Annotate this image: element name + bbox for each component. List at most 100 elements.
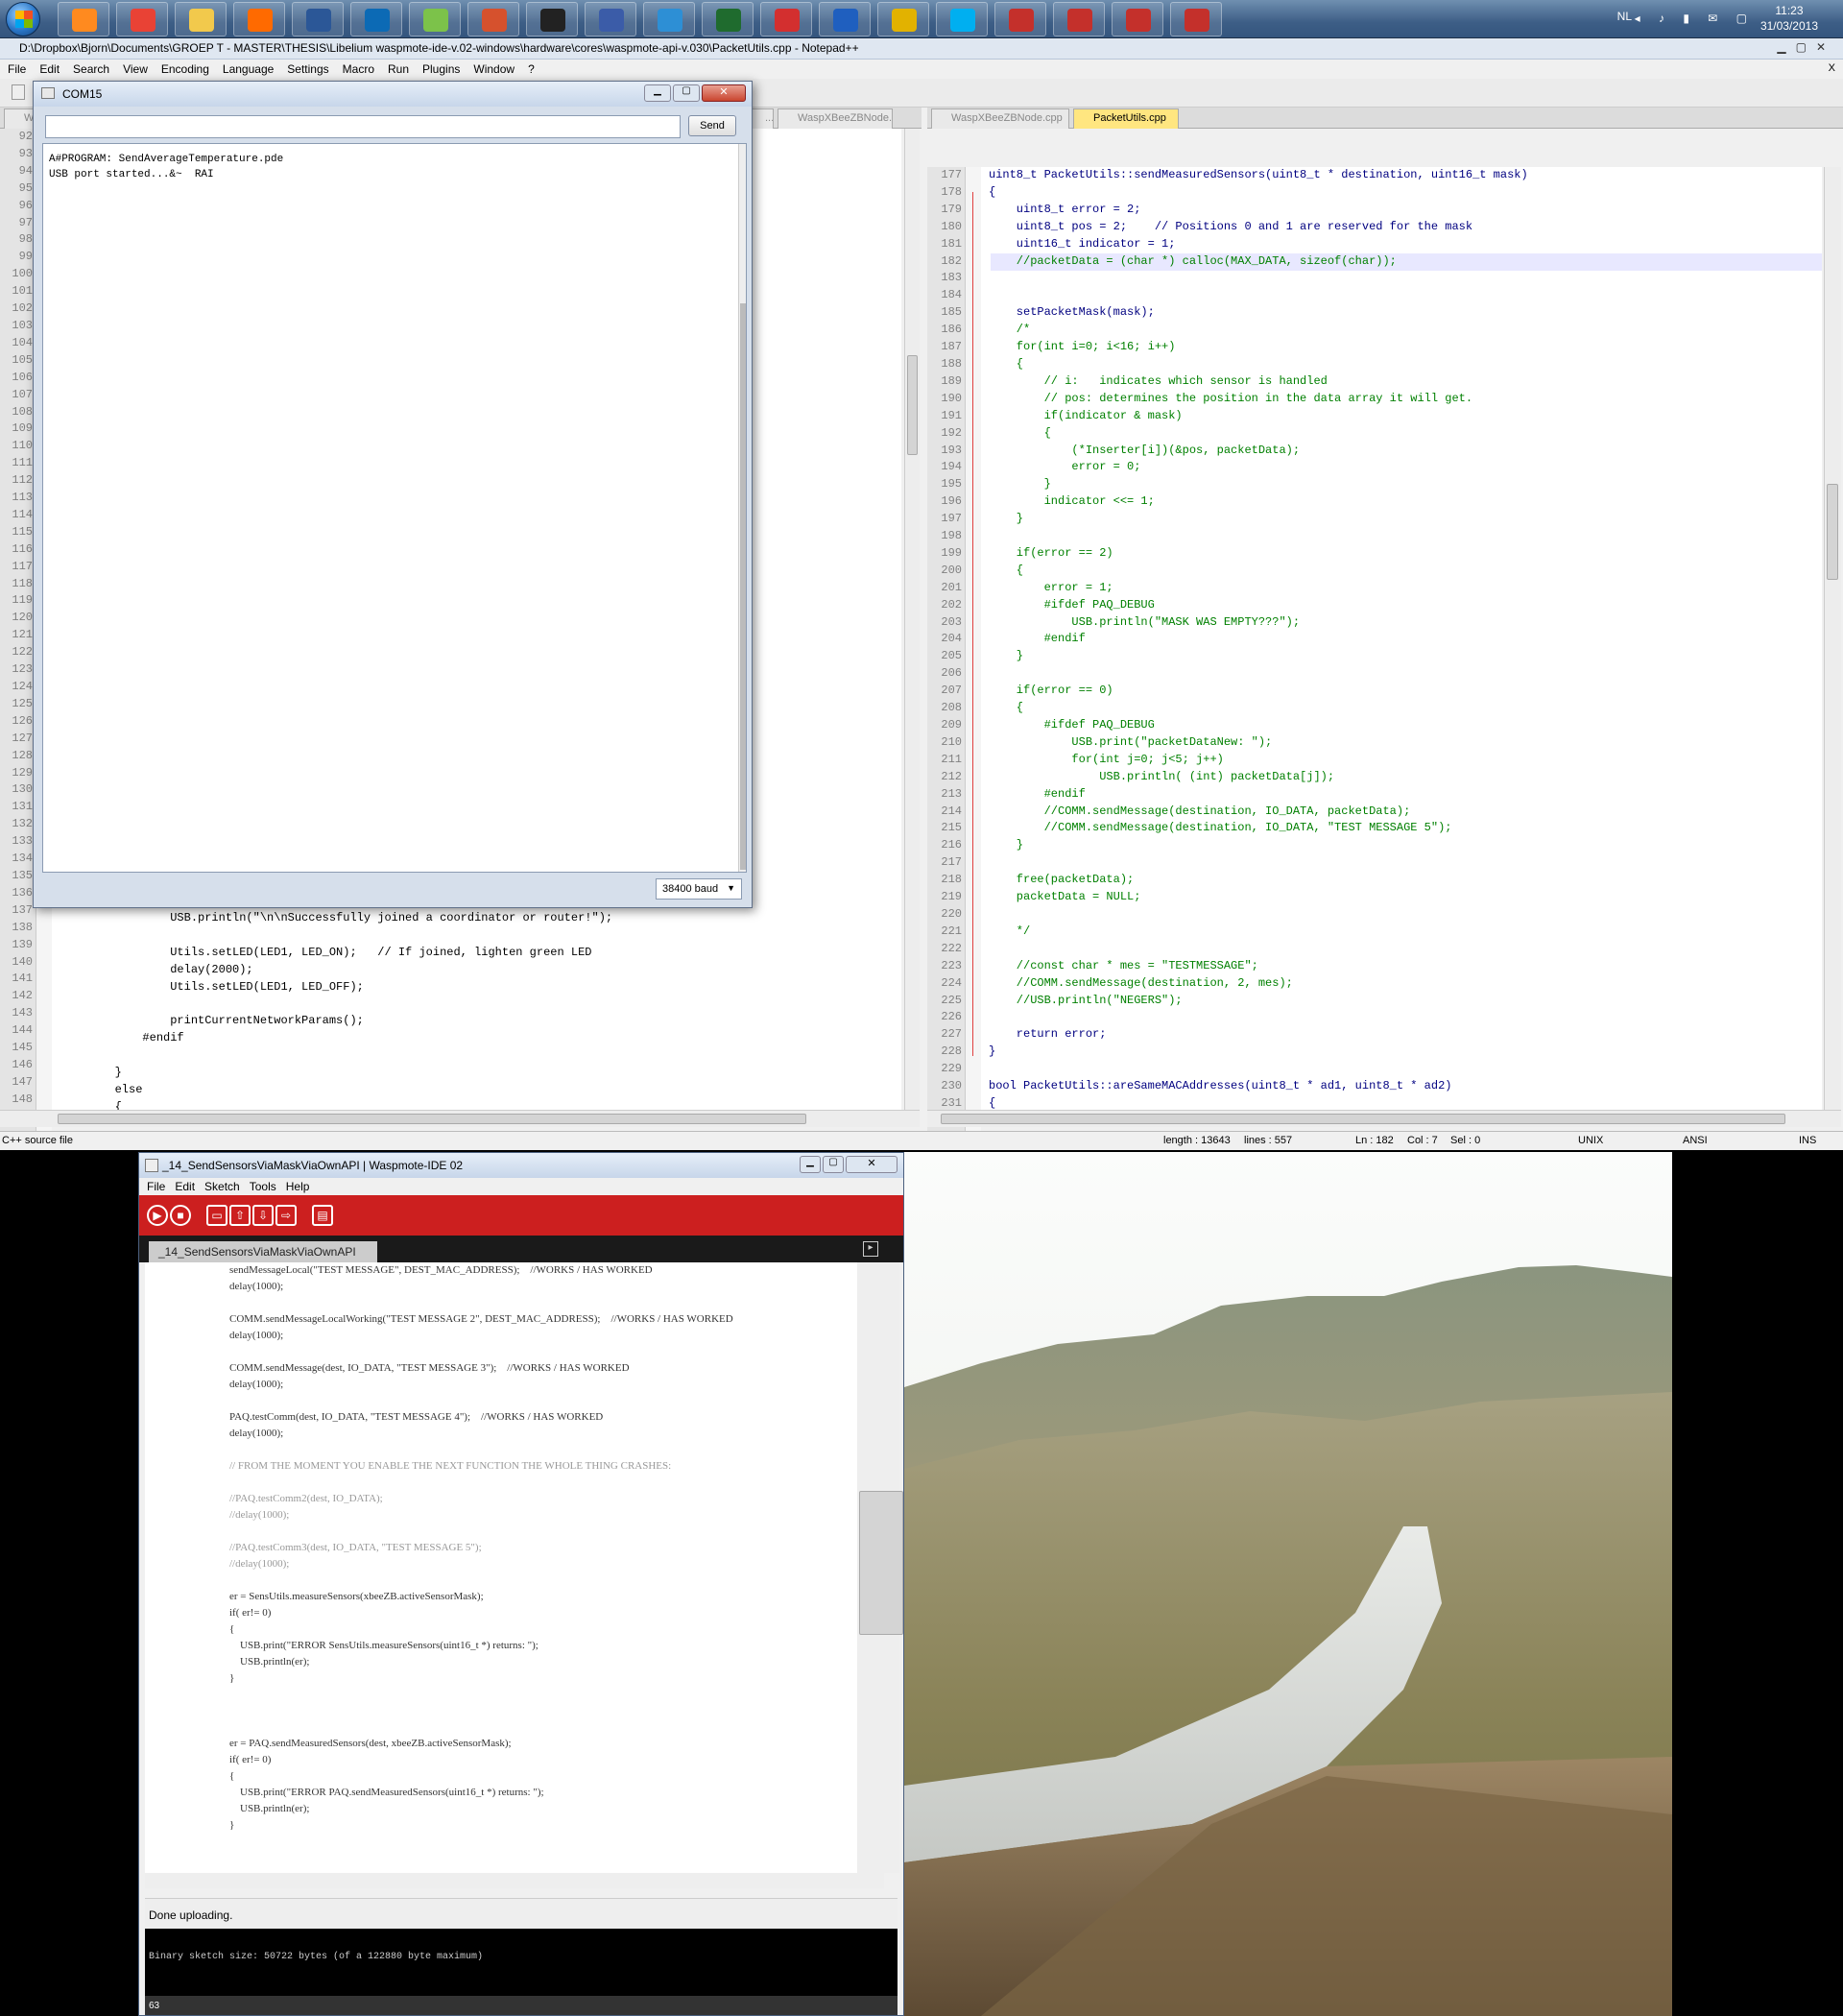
npp-menu-macro[interactable]: Macro	[343, 62, 374, 76]
line-number: 193	[941, 443, 962, 457]
npp-menu-run[interactable]: Run	[388, 62, 409, 76]
taskbar-app-microsoft-word[interactable]	[292, 2, 344, 36]
tab-left-3[interactable]: WaspXBeeZBNode...	[778, 108, 893, 129]
npp-menu-search[interactable]: Search	[73, 62, 109, 76]
taskbar-app-java-app[interactable]	[1112, 2, 1163, 36]
taskbar-app-virtual-drive[interactable]	[585, 2, 636, 36]
tab-waspxbeezbnode[interactable]: WaspXBeeZBNode.cpp	[931, 108, 1069, 129]
maximize-button[interactable]: ▢	[673, 84, 700, 102]
save-sketch-icon[interactable]: ⇩	[252, 1205, 274, 1226]
line-number: 204	[941, 632, 962, 646]
taskbar-app-ccleaner[interactable]	[819, 2, 871, 36]
taskbar-app-google-chrome[interactable]	[116, 2, 168, 36]
taskbar-app-screen-clipper[interactable]	[643, 2, 695, 36]
scroll-thumb[interactable]	[941, 1114, 1785, 1124]
tab-packetutils[interactable]: PacketUtils.cpp	[1073, 108, 1179, 129]
npp-menu-settings[interactable]: Settings	[287, 62, 328, 76]
tab-menu-icon[interactable]: ▸	[863, 1241, 878, 1257]
window-controls[interactable]: ▁▢✕	[1777, 40, 1835, 54]
ide-menu-file[interactable]: File	[147, 1180, 165, 1193]
close-button[interactable]: ✕	[846, 1156, 898, 1173]
start-button[interactable]	[6, 2, 40, 36]
taskbar-app-java-app[interactable]	[994, 2, 1046, 36]
line-number: 119	[12, 593, 33, 608]
code-line: //packetData = (char *) calloc(MAX_DATA,…	[989, 253, 1397, 268]
maximize-icon[interactable]: ▢	[1796, 40, 1816, 54]
ide-vertical-scrollbar[interactable]	[857, 1262, 903, 1873]
line-number: 197	[941, 512, 962, 526]
scroll-thumb[interactable]	[1827, 484, 1838, 580]
taskbar-app-java-app[interactable]	[1170, 2, 1222, 36]
code-line: USB.print("packetDataNew: ");	[989, 734, 1273, 749]
minimize-button[interactable]: ▁	[800, 1156, 821, 1173]
right-editor[interactable]: uint8_t PacketUtils::sendMeasuredSensors…	[981, 167, 1822, 1110]
tab-sketch[interactable]: _14_SendSensorsViaMaskViaOwnAPI	[149, 1241, 377, 1262]
ide-code-line: COMM.sendMessage(dest, IO_DATA, "TEST ME…	[229, 1362, 630, 1374]
baud-rate-select[interactable]: 38400 baud ▼	[656, 878, 742, 900]
scroll-thumb[interactable]	[58, 1114, 806, 1124]
line-number: 127	[12, 731, 33, 745]
verify-icon[interactable]: ▶	[147, 1205, 168, 1226]
taskbar-app-java-app[interactable]	[1053, 2, 1105, 36]
left-vertical-scrollbar[interactable]	[904, 129, 920, 1110]
taskbar-app-waspmote-ide[interactable]	[702, 2, 754, 36]
code-line: }	[989, 477, 1051, 492]
code-line: if(error == 0)	[989, 684, 1113, 698]
ide-menu-tools[interactable]: Tools	[250, 1180, 276, 1193]
upload-icon[interactable]: ⇨	[275, 1205, 297, 1226]
close-button[interactable]: ✕	[702, 84, 746, 102]
maximize-button[interactable]: ▢	[823, 1156, 844, 1173]
serial-output-scrollbar[interactable]	[738, 144, 746, 872]
npp-menu--[interactable]: ?	[528, 62, 535, 76]
taskbar-app-outlook[interactable]	[233, 2, 285, 36]
npp-menu-file[interactable]: File	[8, 62, 26, 76]
left-horizontal-scrollbar[interactable]	[0, 1110, 920, 1127]
status-bar: C++ source file length : 13643 lines : 5…	[0, 1131, 1843, 1150]
taskbar-app-matlab[interactable]	[467, 2, 519, 36]
ide-menu-sketch[interactable]: Sketch	[204, 1180, 240, 1193]
close-icon[interactable]: ✕	[1816, 40, 1835, 54]
npp-menu-view[interactable]: View	[123, 62, 148, 76]
language-indicator[interactable]: NL	[1617, 10, 1632, 23]
open-sketch-icon[interactable]: ⇧	[229, 1205, 251, 1226]
menu-bar: File Edit Search View Encoding Language Settin…	[0, 60, 1843, 79]
scroll-thumb[interactable]	[859, 1491, 903, 1635]
ide-menu-edit[interactable]: Edit	[175, 1180, 195, 1193]
taskbar-app-skype[interactable]	[936, 2, 988, 36]
right-fold-margin	[966, 167, 981, 1131]
send-button[interactable]: Send	[688, 115, 736, 136]
scroll-thumb[interactable]	[907, 355, 918, 455]
taskbar-app-evernote[interactable]	[409, 2, 461, 36]
line-number: 179	[941, 202, 962, 216]
new-sketch-icon[interactable]: ▭	[206, 1205, 227, 1226]
ide-code-line: {	[229, 1623, 235, 1635]
new-file-icon[interactable]	[12, 84, 25, 100]
npp-menu-window[interactable]: Window	[473, 62, 515, 76]
npp-menu-plugins[interactable]: Plugins	[422, 62, 460, 76]
stop-icon[interactable]: ■	[170, 1205, 191, 1226]
right-vertical-scrollbar[interactable]	[1824, 167, 1841, 1110]
ide-code-editor[interactable]: sendMessageLocal("TEST MESSAGE", DEST_MA…	[145, 1262, 903, 1873]
tray-icons[interactable]: ◂ ♪ ▮ ✉ ▢	[1635, 12, 1755, 25]
minimize-button[interactable]: ▁	[644, 84, 671, 102]
taskbar-app-task-manager[interactable]	[760, 2, 812, 36]
taskbar-app-vlc-media-player[interactable]	[58, 2, 109, 36]
npp-menu-encoding[interactable]: Encoding	[161, 62, 209, 76]
serial-monitor-icon[interactable]: ▤	[312, 1205, 333, 1226]
taskbar-app-windows-explorer[interactable]	[175, 2, 227, 36]
clock[interactable]: 11:23 31/03/2013	[1760, 3, 1818, 34]
code-line: #ifdef PAQ_DEBUG	[989, 597, 1155, 612]
ide-menu-help[interactable]: Help	[286, 1180, 310, 1193]
npp-menu-language[interactable]: Language	[223, 62, 274, 76]
taskbar-app-video[interactable]	[526, 2, 578, 36]
minimize-icon[interactable]: ▁	[1777, 40, 1795, 54]
right-horizontal-scrollbar[interactable]	[927, 1110, 1841, 1127]
taskbar-app-photoshop[interactable]	[350, 2, 402, 36]
taskbar-app-chrome-canary[interactable]	[877, 2, 929, 36]
npp-menu-edit[interactable]: Edit	[39, 62, 60, 76]
serial-send-input[interactable]	[45, 115, 681, 138]
ide-code-line: USB.print("ERROR SensUtils.measureSensor…	[229, 1640, 539, 1651]
menu-close-icon[interactable]: X	[1829, 62, 1835, 74]
ide-horizontal-scrollbar[interactable]	[145, 1873, 884, 1888]
